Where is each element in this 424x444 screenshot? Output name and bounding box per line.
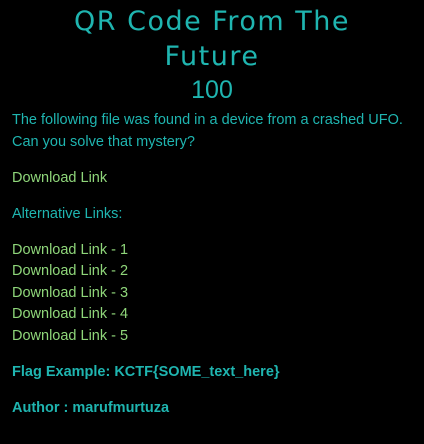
alt-download-link-1[interactable]: Download Link - 1	[12, 240, 412, 262]
alternative-links-list: Download Link - 1 Download Link - 2 Down…	[12, 240, 412, 348]
alternative-links-label: Alternative Links:	[12, 205, 123, 222]
alt-download-link-2[interactable]: Download Link - 2	[12, 261, 412, 283]
challenge-panel: QR Code From The Future 100 The followin…	[0, 0, 424, 419]
alt-download-link-5[interactable]: Download Link - 5	[12, 326, 412, 348]
challenge-title: QR Code From The Future	[12, 4, 412, 74]
challenge-points: 100	[191, 76, 233, 104]
download-link[interactable]: Download Link	[12, 168, 412, 190]
description-line-1: The following file was found in a device…	[12, 112, 403, 128]
challenge-title-line-2: Future	[164, 41, 260, 72]
description-line-2: Can you solve that mystery?	[12, 133, 195, 150]
author-credit: Author : marufmurtuza	[12, 399, 170, 416]
challenge-description: The following file was found in a device…	[12, 110, 412, 153]
challenge-title-line-1: QR Code From The	[74, 6, 350, 37]
alt-download-link-3[interactable]: Download Link - 3	[12, 283, 412, 305]
alt-download-link-4[interactable]: Download Link - 4	[12, 304, 412, 326]
flag-example: Flag Example: KCTF{SOME_text_here}	[12, 363, 280, 380]
